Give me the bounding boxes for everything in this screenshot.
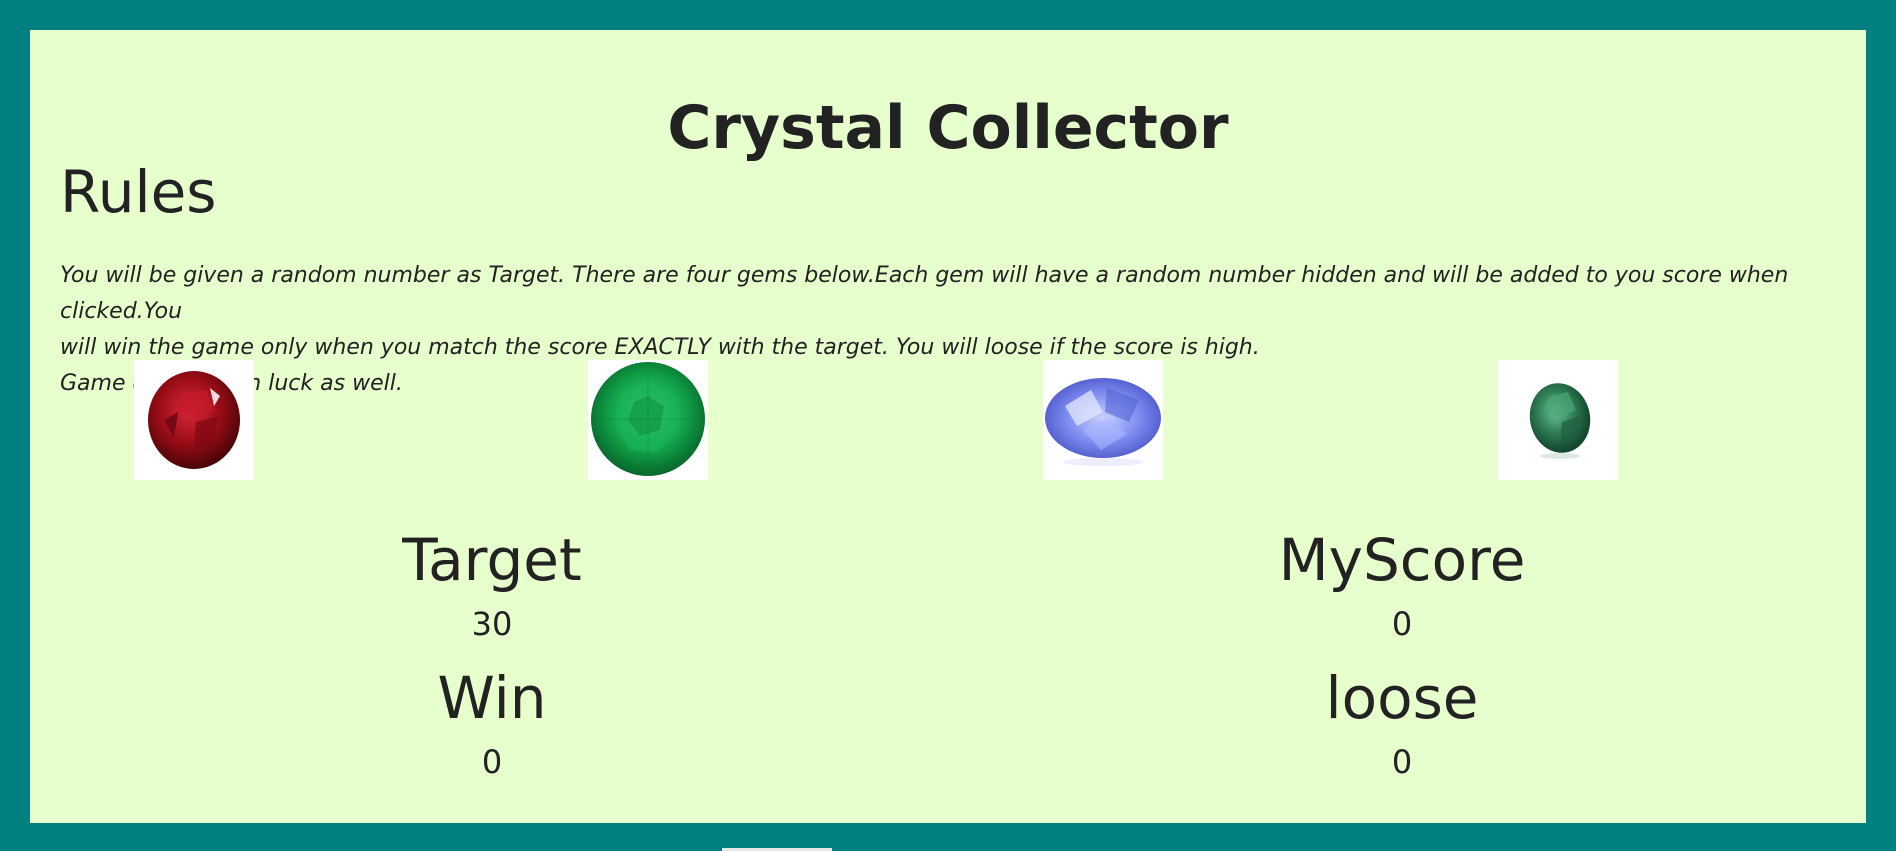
win-label: Win xyxy=(437,664,547,732)
gem-button-emerald[interactable] xyxy=(588,360,708,480)
score-value: 0 xyxy=(1391,605,1413,643)
gem-button-ruby[interactable] xyxy=(134,360,254,480)
blue-gem-icon xyxy=(1045,378,1161,466)
target-value: 30 xyxy=(471,605,513,643)
teal-gem-icon xyxy=(1529,383,1591,459)
rules-line-1: You will be given a random number as Tar… xyxy=(60,263,1789,324)
rules-heading: Rules xyxy=(60,158,217,226)
loose-value: 0 xyxy=(1391,743,1413,781)
game-panel: Crystal Collector Rules You will be give… xyxy=(30,30,1866,823)
win-value: 0 xyxy=(481,743,503,781)
gem-button-alexandrite[interactable] xyxy=(1498,360,1618,480)
score-label: MyScore xyxy=(1278,526,1526,594)
target-label: Target xyxy=(402,526,582,594)
loose-label: loose xyxy=(1325,664,1479,732)
gem-button-sapphire[interactable] xyxy=(1043,360,1163,480)
page-title: Crystal Collector xyxy=(667,93,1229,163)
green-gem-icon xyxy=(591,362,705,476)
red-gem-icon xyxy=(148,371,240,469)
